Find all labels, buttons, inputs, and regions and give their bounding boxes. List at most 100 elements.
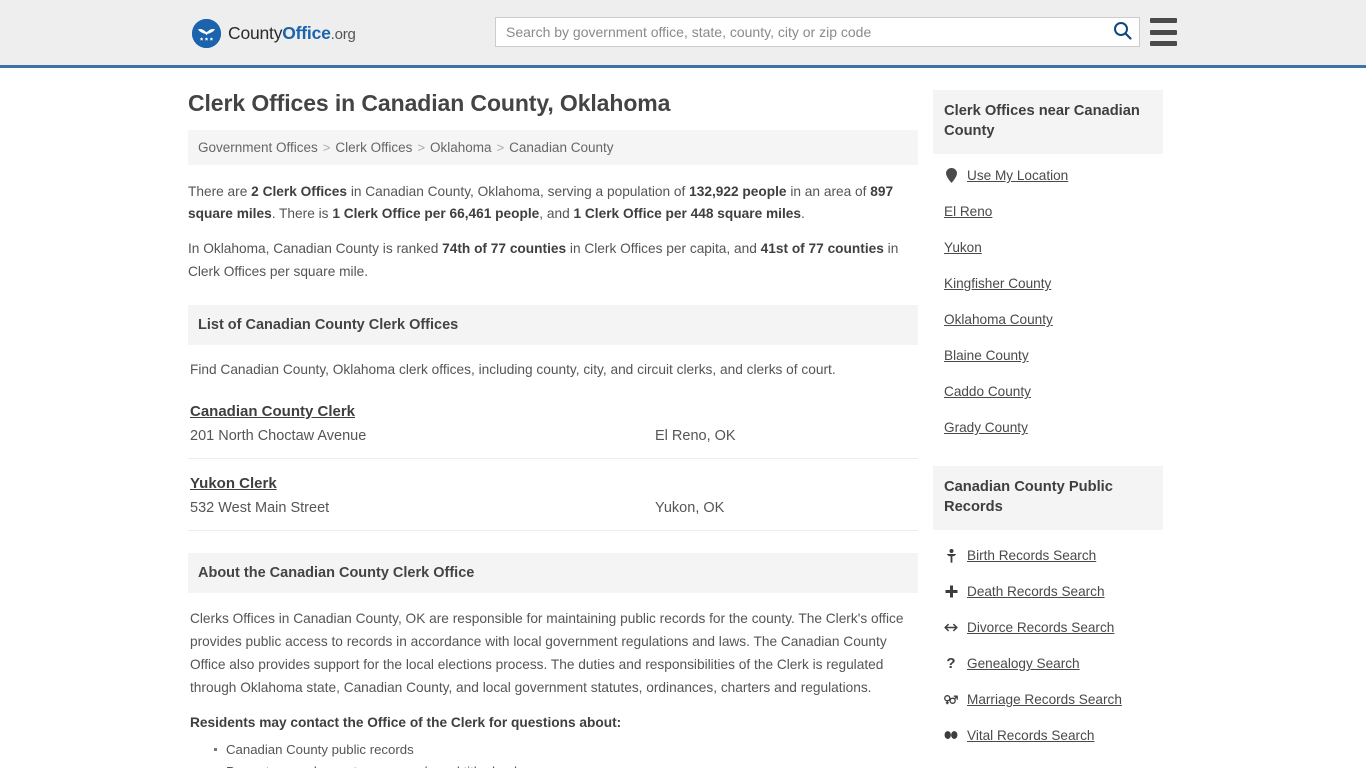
search-input[interactable] [496,18,1105,46]
page-body: Clerk Offices in Canadian County, Oklaho… [0,68,1366,768]
office-city-state: El Reno, OK [655,427,736,444]
site-logo-text: CountyOffice.org [228,23,356,44]
content-container: Clerk Offices in Canadian County, Oklaho… [188,68,1178,768]
sidebar-use-my-location-label[interactable]: Use My Location [967,168,1068,183]
list-section-intro: Find Canadian County, Oklahoma clerk off… [190,361,836,377]
brand-part-org: .org [330,26,356,43]
office-name-link[interactable]: Canadian County Clerk [190,403,355,420]
sidebar-link-label[interactable]: Vital Records Search [967,728,1094,743]
stats-p1-office-count: 2 Clerk Offices [251,184,348,199]
about-list-lead: Residents may contact the Office of the … [190,714,622,730]
about-bullet-list: Canadian County public records Property … [188,740,918,768]
brand-part-county: County [228,23,283,43]
map-pin-icon [944,168,958,184]
footprints-icon [944,730,958,741]
baby-icon [944,548,958,563]
list-section-heading: List of Canadian County Clerk Offices [188,304,918,345]
sidebar-link-label[interactable]: Kingfisher County [944,276,1051,291]
search-button[interactable] [1105,18,1139,46]
sidebar-link-label[interactable]: Caddo County [944,384,1031,399]
list-item: Canadian County public records [214,740,918,760]
stats-paragraph-1: There are 2 Clerk Offices in Canadian Co… [188,181,918,225]
breadcrumb-separator-2: > [417,140,426,155]
breadcrumb-item-government-offices[interactable]: Government Offices [198,140,318,155]
page-title: Clerk Offices in Canadian County, Oklaho… [188,90,671,116]
list-item: Property records, mortgage records and t… [226,762,918,768]
search-icon [1113,21,1132,43]
office-detail-row: 532 West Main Street Yukon, OK [190,500,916,516]
question-mark-icon: ? [946,655,956,673]
hamburger-menu-button[interactable] [1150,18,1177,46]
office-address: 532 West Main Street [190,499,330,516]
sidebar-link-label[interactable]: Birth Records Search [967,548,1096,563]
sidebar-item-genealogy-search[interactable]: ? Genealogy Search [944,656,1163,671]
stats-p2-text-c: in Clerk Offices per capita, and [566,241,761,257]
office-detail-row: 201 North Choctaw Avenue El Reno, OK [190,428,916,444]
sidebar-item-death-records-search[interactable]: Death Records Search [944,584,1163,599]
office-list-item: Yukon Clerk 532 West Main Street Yukon, … [188,475,918,531]
sidebar-item-el-reno[interactable]: El Reno [944,204,1163,219]
stats-p1-text-e: . There is [271,206,333,222]
sidebar-nearby-list: Use My Location El Reno Yukon Kingfisher… [933,168,1163,435]
sidebar-link-label[interactable]: Yukon [944,240,982,255]
stats-p1-population: 132,922 people [689,184,787,199]
breadcrumb-item-canadian-county: Canadian County [509,140,614,155]
sidebar-item-vital-records-search[interactable]: Vital Records Search [944,728,1163,743]
breadcrumb: Government Offices > Clerk Offices > Oklahom… [188,130,918,165]
stats-p1-per-people: 1 Clerk Office per 66,461 people [332,206,540,222]
breadcrumb-separator-1: > [322,140,331,155]
breadcrumb-item-clerk-offices[interactable]: Clerk Offices [335,140,412,155]
stats-p2-rank-area: 41st of 77 counties [760,241,884,257]
sidebar-public-records-list: Birth Records Search Death Records Searc… [933,548,1163,743]
office-address: 201 North Choctaw Avenue [190,427,367,444]
stats-p1-text-c: in Canadian County, Oklahoma, serving a … [347,184,690,199]
main-column: Clerk Offices in Canadian County, Oklaho… [188,68,918,768]
sidebar-item-marriage-records-search[interactable]: Marriage Records Search [944,692,1163,707]
sidebar-link-label[interactable]: Grady County [944,420,1028,435]
sidebar-link-label[interactable]: Oklahoma County [944,312,1053,327]
sidebar-link-label[interactable]: Blaine County [944,348,1029,363]
sidebar-link-label[interactable]: Marriage Records Search [967,692,1122,707]
stats-p1-text-d: in an area of [786,184,871,199]
hamburger-bar-1 [1150,18,1177,23]
stats-paragraph-2: In Oklahoma, Canadian County is ranked 7… [188,238,918,282]
stats-p1-text-a: There are [188,184,252,199]
breadcrumb-separator-3: > [496,140,505,155]
left-right-arrow-icon [944,622,958,633]
sidebar-item-divorce-records-search[interactable]: Divorce Records Search [944,620,1163,635]
site-logo-link[interactable]: CountyOffice.org [192,19,356,48]
sidebar-item-blaine-county[interactable]: Blaine County [944,348,1163,363]
sidebar-item-grady-county[interactable]: Grady County [944,420,1163,435]
sidebar-item-kingfisher-county[interactable]: Kingfisher County [944,276,1163,291]
stats-p2-rank-capita: 74th of 77 counties [442,241,567,257]
brand-part-office: Office [282,23,331,43]
hamburger-bar-2 [1150,29,1177,35]
sidebar-link-label[interactable]: Genealogy Search [967,656,1080,671]
about-paragraph: Clerks Offices in Canadian County, OK ar… [190,610,904,695]
site-header: CountyOffice.org [0,0,1366,68]
countyoffice-eagle-logo-icon [192,19,221,48]
sidebar-item-birth-records-search[interactable]: Birth Records Search [944,548,1163,563]
sidebar-item-caddo-county[interactable]: Caddo County [944,384,1163,399]
sidebar-item-yukon[interactable]: Yukon [944,240,1163,255]
sidebar-item-use-my-location[interactable]: Use My Location [944,168,1163,184]
breadcrumb-item-oklahoma[interactable]: Oklahoma [430,140,492,155]
sidebar-link-label[interactable]: Death Records Search [967,584,1105,599]
about-section-heading: About the Canadian County Clerk Office [188,552,918,593]
stats-p1-text-g: . [800,206,805,222]
sidebar: Clerk Offices near Canadian County Use M… [933,68,1163,768]
hamburger-bar-3 [1150,41,1177,46]
stats-p1-text-f: , and [539,206,574,222]
sidebar-link-label[interactable]: Divorce Records Search [967,620,1114,635]
cross-icon [944,585,958,598]
stats-p1-per-area: 1 Clerk Office per 448 square miles [573,206,801,222]
sidebar-link-label[interactable]: El Reno [944,204,992,219]
office-name-link[interactable]: Yukon Clerk [190,475,277,492]
stats-p2-text-a: In Oklahoma, Canadian County is ranked [188,241,443,257]
search-bar[interactable] [495,17,1140,47]
sidebar-item-oklahoma-county[interactable]: Oklahoma County [944,312,1163,327]
office-city-state: Yukon, OK [655,499,725,516]
office-list-item: Canadian County Clerk 201 North Choctaw … [188,403,918,459]
sidebar-nearby-heading: Clerk Offices near Canadian County [933,90,1163,155]
sidebar-public-records-heading: Canadian County Public Records [933,466,1163,531]
